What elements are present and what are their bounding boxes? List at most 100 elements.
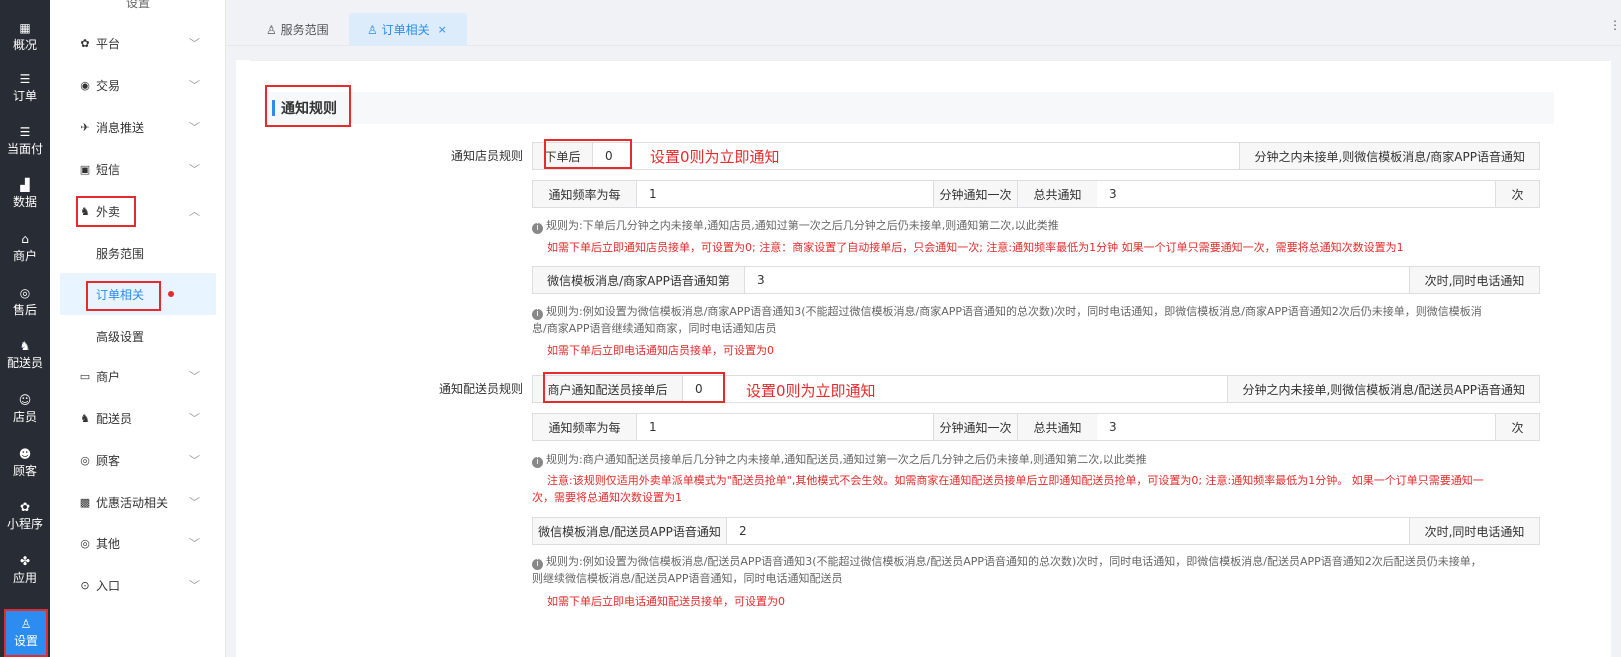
store-rule-label: 通知店员规则 bbox=[450, 149, 523, 163]
rail-item-orders[interactable]: ☰ 订单 bbox=[0, 61, 50, 115]
sms-icon: ▣ bbox=[79, 162, 91, 176]
chevron-up-icon: ︿ bbox=[189, 205, 200, 218]
submenu-item-takeout[interactable]: ♞ 外卖 ︿ bbox=[50, 190, 226, 232]
rider-wx-warning: 如需下单后立即电话通知配送员接单，可设置为0 bbox=[547, 595, 785, 608]
info-icon: i bbox=[532, 223, 543, 234]
chevron-down-icon: ﹀ bbox=[189, 121, 200, 134]
more-icon[interactable]: ⋮ bbox=[1609, 18, 1621, 32]
rider-rule-label: 通知配送员规则 bbox=[438, 382, 523, 396]
store-frequency-group: 通知频率为每 1 分钟通知一次 总共通知 3 次 bbox=[532, 180, 1540, 208]
user-pin-icon: ♙ bbox=[266, 22, 281, 37]
list-icon: ☰ bbox=[19, 125, 31, 139]
close-icon[interactable]: × bbox=[438, 23, 447, 36]
submenu-item-push[interactable]: ✈ 消息推送 ﹀ bbox=[50, 106, 226, 148]
rail-item-data[interactable]: ▟ 数据 bbox=[0, 167, 50, 221]
gear-icon: ✿ bbox=[80, 36, 90, 50]
bar-chart-icon: ▟ bbox=[20, 178, 30, 192]
settings-card: 通知规则 通知店员规则 下单后 0 分钟之内未接单,则微信模板消息/商家APP语… bbox=[250, 60, 1610, 657]
customer-icon: ☻ bbox=[18, 447, 32, 461]
submenu-item-customer[interactable]: ◎ 顾客 ﹀ bbox=[50, 439, 226, 481]
user-pin-icon: ♙ bbox=[367, 22, 382, 37]
store-total-input[interactable]: 3 bbox=[1097, 181, 1495, 207]
active-dot bbox=[168, 291, 175, 297]
shop-icon: ⌂ bbox=[21, 232, 29, 246]
section-title: 通知规则 bbox=[281, 101, 337, 117]
rail-item-customer[interactable]: ☻ 顾客 bbox=[0, 436, 50, 490]
store-wx-note: i 规则为:例如设置为微信模板消息/商家APP语音通知3(不能超过微信模板消息/商… bbox=[532, 305, 1482, 335]
store-frequency-input[interactable]: 1 bbox=[637, 181, 933, 207]
user-icon: ☺ bbox=[18, 393, 32, 407]
settings-submenu: 设置 ✿ 平台 ﹀ ◉ 交易 ﹀ ✈ 消息推送 ﹀ ▣ 短信 ﹀ ♞ 外卖 ︿ 服务范围 订单相关 … bbox=[50, 0, 226, 657]
rider-wx-input[interactable]: 2 bbox=[727, 518, 1409, 544]
app-root: ▦ 概况 ☰ 订单 ☰ 当面付 ▟ 数据 ⌂ 商户 ◎ 售后 ♞ 配送员 ☺ 店员 ☻ 顾客 ✿ 小… bbox=[0, 0, 1621, 657]
store-wx-warning: 如需下单后立即电话通知店员接单，可设置为0 bbox=[547, 344, 774, 357]
rider-wx-note: i 规则为:例如设置为微信模板消息/配送员APP语音通知3(不能超过微信模板消息/… bbox=[532, 555, 1482, 585]
rail-item-rider[interactable]: ♞ 配送员 bbox=[0, 328, 50, 382]
chevron-down-icon: ﹀ bbox=[189, 163, 200, 176]
chevron-down-icon: ﹀ bbox=[189, 579, 200, 592]
list-icon: ☰ bbox=[19, 72, 31, 86]
chevron-down-icon: ﹀ bbox=[189, 412, 200, 425]
trade-icon: ◉ bbox=[80, 78, 90, 92]
tab-bar: ♙ 服务范围 ♙ 订单相关 × ⋮ bbox=[226, 0, 1621, 46]
submenu-item-entry[interactable]: ⊙ 入口 ﹀ bbox=[50, 564, 226, 606]
chevron-down-icon: ﹀ bbox=[189, 496, 200, 509]
other-icon: ◎ bbox=[80, 536, 90, 550]
store-annotation: 设置0则为立即通知 bbox=[650, 148, 780, 166]
mini-program-icon: ✿ bbox=[19, 500, 31, 514]
info-icon: i bbox=[532, 309, 543, 320]
submenu-item-platform[interactable]: ✿ 平台 ﹀ bbox=[50, 22, 226, 64]
chevron-down-icon: ﹀ bbox=[189, 79, 200, 92]
entry-icon: ⊙ bbox=[80, 578, 90, 592]
submenu-sub-advanced[interactable]: 高级设置 bbox=[50, 315, 226, 357]
rider-wx-group: 微信模板消息/配送员APP语音通知 2 次时,同时电话通知 bbox=[532, 517, 1540, 545]
rider-annotation: 设置0则为立即通知 bbox=[746, 382, 876, 400]
store-wx-input[interactable]: 3 bbox=[745, 267, 1409, 293]
submenu-sub-service-area[interactable]: 服务范围 bbox=[50, 232, 226, 274]
rail-item-settings[interactable]: ♙ 设置 bbox=[4, 609, 48, 657]
scooter-icon: ♞ bbox=[19, 339, 31, 353]
tab-order-related[interactable]: ♙ 订单相关 × bbox=[349, 13, 467, 46]
info-icon: i bbox=[532, 457, 543, 468]
rider-total-input[interactable]: 3 bbox=[1097, 414, 1495, 440]
apps-icon: ✤ bbox=[19, 554, 31, 568]
gift-icon: ▩ bbox=[79, 495, 91, 509]
rail-item-merchant[interactable]: ⌂ 商户 bbox=[0, 221, 50, 275]
chevron-down-icon: ﹀ bbox=[189, 454, 200, 467]
tab-service-area[interactable]: ♙ 服务范围 bbox=[248, 13, 347, 46]
rail-item-clerk[interactable]: ☺ 店员 bbox=[0, 382, 50, 436]
submenu-title: 设置 bbox=[125, 0, 150, 10]
rail-item-apps[interactable]: ✤ 应用 bbox=[0, 543, 50, 597]
chevron-down-icon: ﹀ bbox=[189, 37, 200, 50]
submenu-item-merchant[interactable]: ▭ 商户 ﹀ bbox=[50, 355, 226, 397]
rider-rule-note: i 规则为:商户通知配送员接单后几分钟之内未接单,通知配送员,通知过第一次之后几分… bbox=[532, 451, 1542, 468]
rail-item-facepay[interactable]: ☰ 当面付 bbox=[0, 114, 50, 168]
store-warning: 如需下单后立即通知店员接单，可设置为0; 注意：商家设置了自动接单后，只会通知一… bbox=[547, 241, 1404, 254]
rider-accept-group: 商户通知配送员接单后 0 分钟之内未接单,则微信模板消息/配送员APP语音通知 bbox=[532, 375, 1540, 403]
submenu-item-trade[interactable]: ◉ 交易 ﹀ bbox=[50, 64, 226, 106]
takeout-icon: ♞ bbox=[80, 204, 90, 218]
store-rule-note: i 规则为:下单后几分钟之内未接单,通知店员,通知过第一次之后几分钟之后仍未接单,… bbox=[532, 217, 1542, 234]
rider-frequency-input[interactable]: 1 bbox=[637, 414, 933, 440]
chevron-down-icon: ﹀ bbox=[189, 537, 200, 550]
submenu-item-promotion[interactable]: ▩ 优惠活动相关 ﹀ bbox=[50, 481, 226, 523]
main-rail: ▦ 概况 ☰ 订单 ☰ 当面付 ▟ 数据 ⌂ 商户 ◎ 售后 ♞ 配送员 ☺ 店员 ☻ 顾客 ✿ 小… bbox=[0, 0, 50, 657]
rider-frequency-group: 通知频率为每 1 分钟通知一次 总共通知 3 次 bbox=[532, 413, 1540, 441]
headset-icon: ◎ bbox=[19, 286, 31, 300]
submenu-item-other[interactable]: ◎ 其他 ﹀ bbox=[50, 522, 226, 564]
customer-icon: ◎ bbox=[80, 453, 90, 467]
dashboard-icon: ▦ bbox=[19, 21, 31, 35]
rail-item-miniprogram[interactable]: ✿ 小程序 bbox=[0, 489, 50, 543]
section-header: 通知规则 bbox=[264, 92, 1554, 124]
store-wx-group: 微信模板消息/商家APP语音通知第 3 次时,同时电话通知 bbox=[532, 266, 1540, 294]
submenu-item-sms[interactable]: ▣ 短信 ﹀ bbox=[50, 148, 226, 190]
submenu-item-rider[interactable]: ♞ 配送员 ﹀ bbox=[50, 397, 226, 439]
rail-item-aftersale[interactable]: ◎ 售后 bbox=[0, 275, 50, 329]
info-icon: i bbox=[532, 559, 543, 570]
rail-item-overview[interactable]: ▦ 概况 bbox=[0, 10, 50, 64]
chevron-down-icon: ﹀ bbox=[189, 370, 200, 383]
push-icon: ✈ bbox=[80, 120, 90, 134]
submenu-sub-order-related[interactable]: 订单相关 bbox=[60, 273, 216, 315]
rider-warning: 注意:该规则仅适用外卖单派单模式为"配送员抢单",其他模式不会生效。如需商家在通… bbox=[532, 474, 1484, 504]
settings-user-icon: ♙ bbox=[20, 617, 32, 631]
